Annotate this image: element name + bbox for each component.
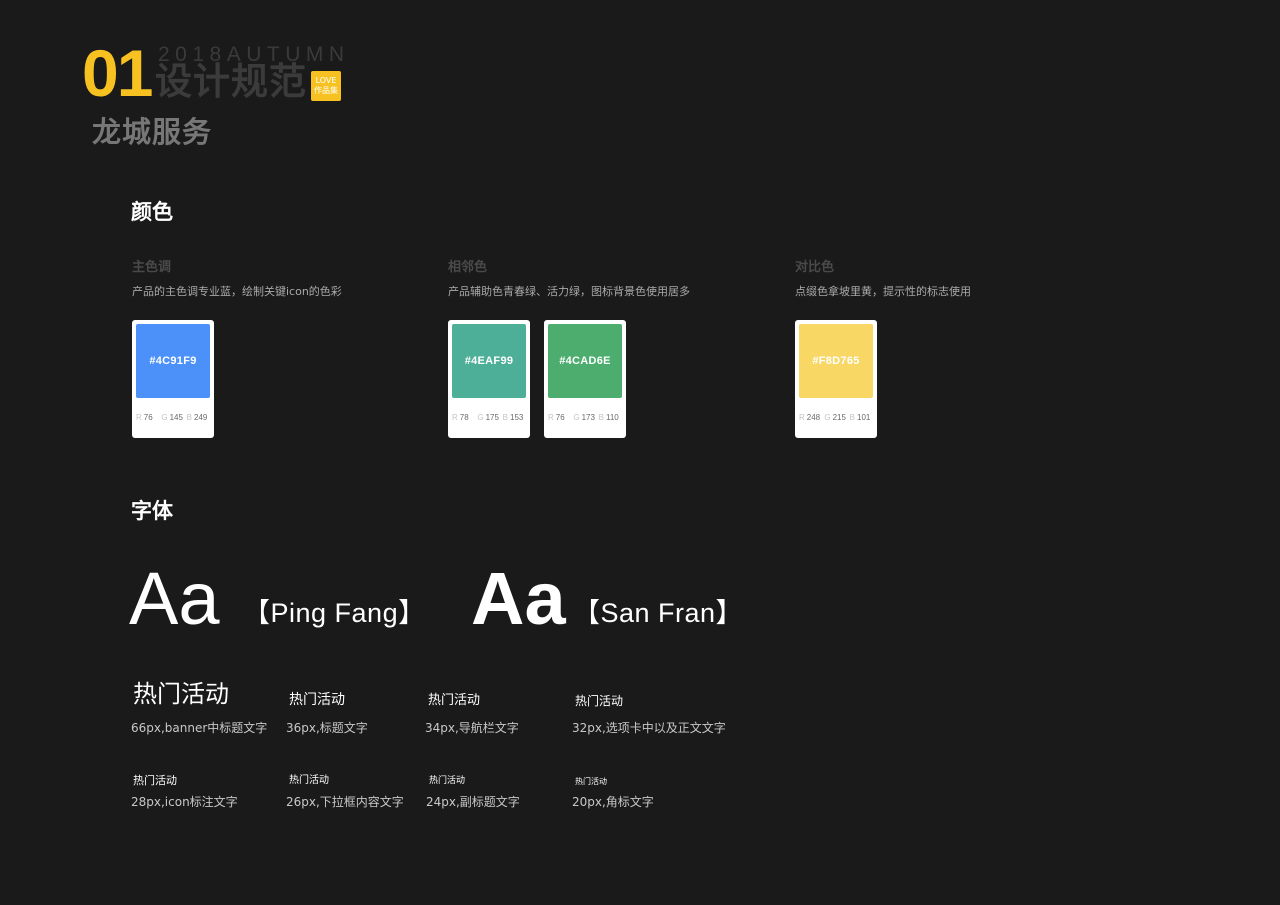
adjacent-color-title: 相邻色 — [448, 260, 488, 275]
r-label: R — [452, 413, 458, 422]
caption-24px: 24px,副标题文字 — [426, 795, 520, 809]
g-value: 175 — [485, 413, 499, 422]
caption-20px: 20px,角标文字 — [572, 795, 654, 809]
color-swatch: #F8D765 — [799, 324, 873, 398]
caption-26px: 26px,下拉框内容文字 — [286, 795, 404, 809]
color-swatch: #4C91F9 — [136, 324, 210, 398]
rgb-values: R 78 G 175 B 153 — [452, 413, 528, 423]
sample-32px: 热门活动 — [575, 694, 624, 708]
color-card-yellow: #F8D765 R 248 G 215 B 101 — [795, 320, 877, 438]
caption-32px: 32px,选项卡中以及正文文字 — [572, 721, 726, 735]
g-value: 145 — [169, 413, 183, 422]
sample-26px: 热门活动 — [289, 775, 329, 786]
sample-34px: 热门活动 — [428, 693, 481, 708]
rgb-values: R 248 G 215 B 101 — [799, 413, 875, 423]
b-label: B — [598, 413, 604, 422]
color-card-blue: #4C91F9 R 76 G 145 B 249 — [132, 320, 214, 438]
caption-36px: 36px,标题文字 — [286, 721, 368, 735]
color-card-green: #4CAD6E R 76 G 173 B 110 — [544, 320, 626, 438]
sample-66px: 热门活动 — [133, 680, 229, 708]
g-label: G — [573, 413, 580, 422]
love-badge: LOVE 作品集 — [311, 71, 341, 101]
b-value: 153 — [510, 413, 524, 422]
primary-color-desc: 产品的主色调专业蓝，绘制关键icon的色彩 — [132, 285, 342, 298]
r-value: 248 — [806, 413, 821, 422]
caption-28px: 28px,icon标注文字 — [131, 795, 238, 809]
g-value: 215 — [832, 413, 846, 422]
section-number: 01 — [82, 36, 153, 110]
badge-line-1: LOVE — [315, 76, 337, 85]
r-value: 76 — [555, 413, 565, 422]
b-value: 110 — [606, 413, 619, 422]
r-label: R — [799, 413, 805, 422]
adjacent-color-desc: 产品辅助色青春绿、活力绿，图标背景色使用居多 — [448, 285, 690, 298]
caption-34px: 34px,导航栏文字 — [425, 721, 519, 735]
sample-28px: 热门活动 — [133, 774, 177, 787]
contrast-color-title: 对比色 — [795, 260, 835, 275]
rgb-values: R 76 G 173 B 110 — [548, 413, 624, 423]
b-value: 101 — [857, 413, 871, 422]
page-title: 设计规范 — [155, 60, 307, 103]
caption-66px: 66px,banner中标题文字 — [131, 721, 268, 735]
fonts-heading: 字体 — [131, 499, 173, 523]
sample-24px: 热门活动 — [429, 776, 466, 786]
r-label: R — [136, 413, 142, 422]
pingfang-specimen: Aa — [129, 557, 220, 640]
rgb-values: R 76 G 145 B 249 — [136, 413, 212, 423]
sample-20px: 热门活动 — [575, 777, 607, 786]
g-label: G — [477, 413, 484, 422]
brand-name: 龙城服务 — [92, 115, 213, 149]
badge-line-2: 作品集 — [314, 86, 338, 95]
g-label: G — [824, 413, 831, 422]
color-swatch: #4EAF99 — [452, 324, 526, 398]
contrast-color-desc: 点缀色拿坡里黄，提示性的标志使用 — [795, 285, 971, 298]
b-label: B — [849, 413, 855, 422]
b-label: B — [186, 413, 192, 422]
color-card-teal: #4EAF99 R 78 G 175 B 153 — [448, 320, 530, 438]
r-value: 76 — [143, 413, 153, 422]
sanfran-specimen: Aa — [471, 557, 566, 640]
r-label: R — [548, 413, 554, 422]
g-label: G — [161, 413, 168, 422]
colors-heading: 颜色 — [131, 200, 173, 224]
primary-color-title: 主色调 — [132, 260, 172, 275]
pingfang-name: 【Ping Fang】 — [243, 598, 426, 628]
r-value: 78 — [459, 413, 469, 422]
sample-36px: 热门活动 — [289, 692, 345, 708]
b-label: B — [502, 413, 508, 422]
g-value: 173 — [581, 413, 595, 422]
color-swatch: #4CAD6E — [548, 324, 622, 398]
b-value: 249 — [194, 413, 208, 422]
sanfran-name: 【San Fran】 — [573, 598, 744, 628]
